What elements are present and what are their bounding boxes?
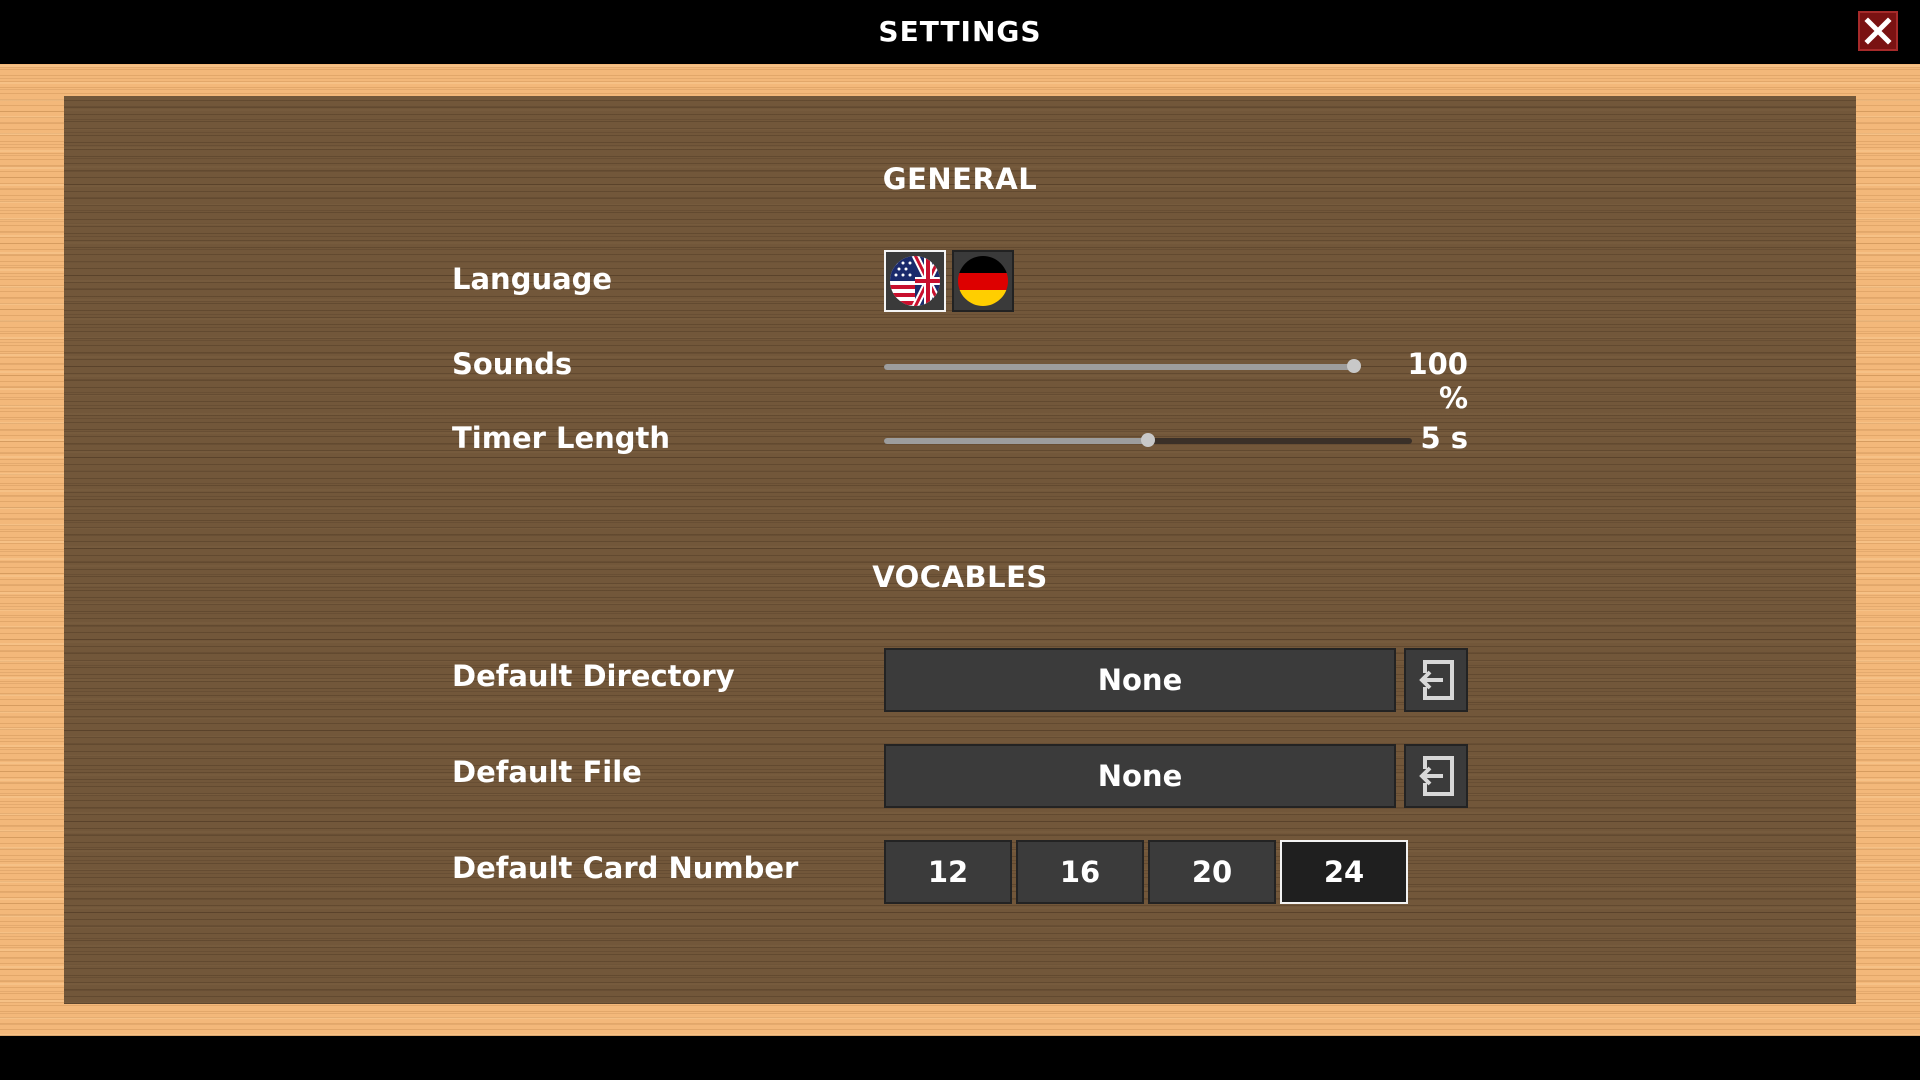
close-icon — [1864, 17, 1892, 45]
sounds-slider[interactable] — [884, 359, 1361, 373]
card-number-option-12[interactable]: 12 — [884, 840, 1012, 904]
bottom-bar — [0, 1036, 1920, 1080]
card-number-option-16[interactable]: 16 — [1016, 840, 1144, 904]
timer-length-value: 5 s — [1420, 421, 1468, 455]
timer-length-slider-handle[interactable] — [1141, 433, 1155, 447]
timer-length-slider[interactable] — [884, 433, 1412, 447]
sounds-value: 100 % — [1407, 347, 1468, 415]
language-german-button[interactable] — [952, 250, 1014, 312]
card-number-option-20[interactable]: 20 — [1148, 840, 1276, 904]
default-directory-label: Default Directory — [452, 659, 735, 693]
card-number-option-24[interactable]: 24 — [1280, 840, 1408, 904]
default-directory-field[interactable]: None — [884, 648, 1396, 712]
uk-us-flag-icon — [890, 256, 940, 306]
sounds-slider-handle[interactable] — [1347, 359, 1361, 373]
language-label: Language — [452, 262, 613, 296]
folder-open-icon — [1417, 660, 1454, 700]
file-open-icon — [1417, 756, 1454, 796]
language-english-button[interactable] — [884, 250, 946, 312]
default-card-number-label: Default Card Number — [452, 851, 799, 885]
vocables-section-title: VOCABLES — [872, 560, 1048, 594]
default-file-browse-button[interactable] — [1404, 744, 1468, 808]
timer-length-slider-fill — [884, 438, 1148, 444]
window-title: SETTINGS — [878, 15, 1042, 48]
timer-length-label: Timer Length — [452, 421, 671, 455]
default-file-field[interactable]: None — [884, 744, 1396, 808]
title-bar: SETTINGS — [0, 0, 1920, 64]
default-directory-browse-button[interactable] — [1404, 648, 1468, 712]
default-file-label: Default File — [452, 755, 642, 789]
sounds-slider-fill — [884, 364, 1354, 370]
german-flag-icon — [958, 256, 1008, 306]
close-button[interactable] — [1858, 11, 1898, 51]
general-section-title: GENERAL — [882, 162, 1038, 196]
sounds-label: Sounds — [452, 347, 573, 381]
